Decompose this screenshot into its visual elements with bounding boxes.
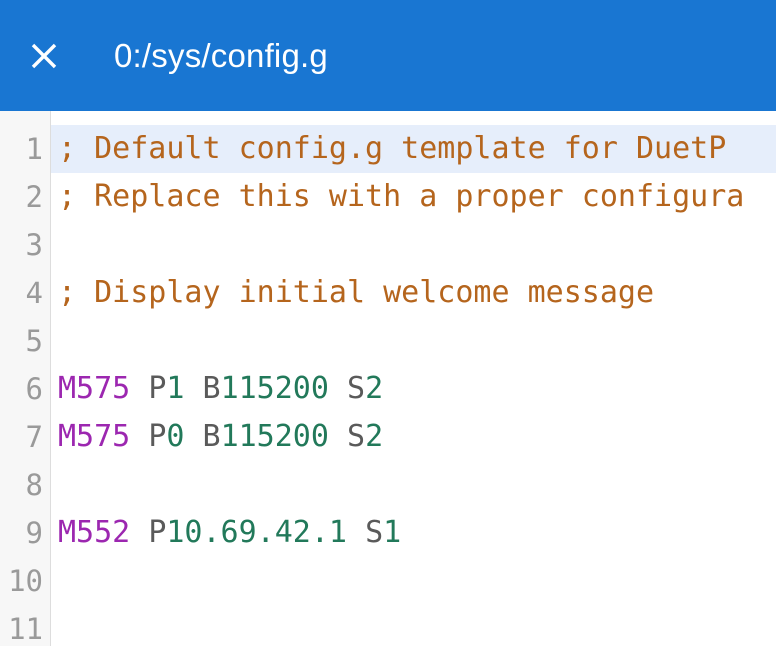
line-number: 5: [0, 317, 51, 365]
code-token-number: 2: [365, 371, 384, 406]
code-editor[interactable]: 1; Default config.g template for DuetP 2;…: [0, 111, 776, 646]
code-token-parameter: P: [148, 371, 167, 406]
code-token-parameter: S: [365, 515, 384, 550]
file-editor-window: 0:/sys/config.g 1; Default config.g temp…: [0, 0, 776, 646]
code-token-parameter: B: [202, 371, 221, 406]
code-token-number: 1: [383, 515, 402, 550]
code-line[interactable]: 2; Replace this with a proper configura: [0, 173, 776, 221]
titlebar: 0:/sys/config.g: [0, 0, 776, 111]
line-number: 3: [0, 221, 51, 269]
code-line[interactable]: 6 M575 P1 B115200 S2: [0, 365, 776, 413]
line-number: 4: [0, 269, 51, 317]
code-line-content[interactable]: M575 P0 B115200 S2: [51, 413, 776, 461]
code-line[interactable]: 5: [0, 317, 776, 365]
line-number: 7: [0, 413, 51, 461]
page-title: 0:/sys/config.g: [114, 36, 328, 74]
code-line-content[interactable]: [51, 461, 776, 509]
line-number: 2: [0, 173, 51, 221]
line-number: 9: [0, 509, 51, 557]
code-token-comment: ; Display initial welcome message: [58, 275, 655, 310]
code-token-comment: ; Replace this with a proper configura: [58, 179, 745, 214]
code-line-content[interactable]: M575 P1 B115200 S2: [51, 365, 776, 413]
close-icon-glyph: [31, 43, 57, 68]
code-token-gcode: M575: [58, 371, 131, 406]
code-lines: 1; Default config.g template for DuetP 2;…: [0, 125, 776, 646]
code-line-content[interactable]: [51, 557, 776, 605]
line-number: 8: [0, 461, 51, 509]
code-line[interactable]: 9 M552 P10.69.42.1 S1: [0, 509, 776, 557]
code-line-content[interactable]: [51, 605, 776, 646]
code-token-number: 115200: [220, 419, 329, 454]
code-line[interactable]: 7 M575 P0 B115200 S2: [0, 413, 776, 461]
line-number: 10: [0, 557, 51, 605]
code-token-gcode: M575: [58, 419, 131, 454]
code-line[interactable]: 11: [0, 605, 776, 646]
code-line[interactable]: 8: [0, 461, 776, 509]
code-token-number: 1: [166, 371, 185, 406]
code-token-parameter: B: [202, 419, 221, 454]
code-token-gcode: M552: [58, 515, 131, 550]
code-token-parameter: P: [148, 515, 167, 550]
code-line-content[interactable]: [51, 317, 776, 365]
line-number: 1: [0, 125, 51, 173]
code-line[interactable]: 4; Display initial welcome message: [0, 269, 776, 317]
code-token-number: 0: [166, 419, 185, 454]
code-token-parameter: S: [347, 371, 366, 406]
code-line-content[interactable]: ; Replace this with a proper configura: [51, 173, 776, 221]
code-line-content[interactable]: ; Display initial welcome message: [51, 269, 776, 317]
close-icon[interactable]: [22, 34, 66, 78]
code-token-number: 10.69.42.1: [166, 515, 347, 550]
code-token-parameter: P: [148, 419, 167, 454]
code-line-content[interactable]: ; Default config.g template for DuetP: [51, 125, 776, 173]
code-token-number: 2: [365, 419, 384, 454]
code-line-content[interactable]: M552 P10.69.42.1 S1: [51, 509, 776, 557]
code-token-parameter: S: [347, 419, 366, 454]
code-line-content[interactable]: [51, 221, 776, 269]
code-line[interactable]: 3: [0, 221, 776, 269]
code-line[interactable]: 10: [0, 557, 776, 605]
line-number: 6: [0, 365, 51, 413]
code-line[interactable]: 1; Default config.g template for DuetP: [0, 125, 776, 173]
code-token-number: 115200: [220, 371, 329, 406]
code-token-comment: ; Default config.g template for DuetP: [58, 131, 727, 166]
line-number: 11: [0, 605, 51, 646]
